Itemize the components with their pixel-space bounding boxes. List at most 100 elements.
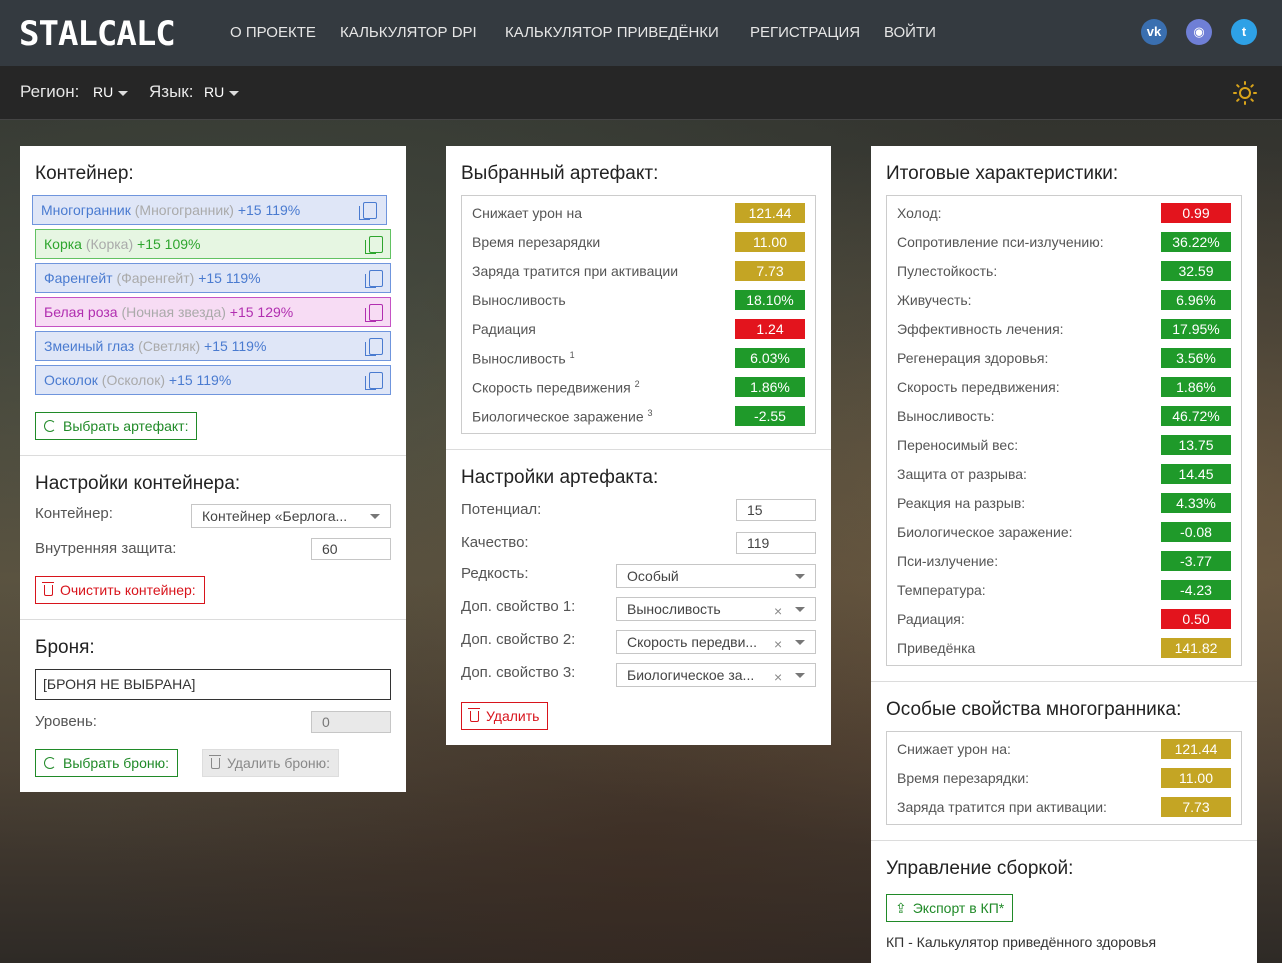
copy-icon[interactable]: [365, 372, 383, 390]
stat-value-badge: 14.45: [1161, 464, 1231, 484]
stat-label: Эффективность лечения:: [897, 321, 1064, 337]
clear-icon[interactable]: ×: [774, 633, 782, 653]
stat-label: Переносимый вес:: [897, 437, 1018, 453]
container-settings-title: Настройки контейнера:: [35, 473, 241, 494]
stat-label-text: Заряда тратится при активации:: [897, 799, 1107, 815]
prop1-value: Выносливость: [627, 601, 721, 617]
container-slot[interactable]: Змеиный глаз (Светляк) +15 119%: [35, 331, 391, 361]
stat-value-badge: 13.75: [1161, 435, 1231, 455]
stat-label-text: Регенерация здоровья:: [897, 350, 1049, 366]
container-type-select[interactable]: Контейнер «Берлога...: [191, 504, 391, 528]
nav-login[interactable]: ВОЙТИ: [884, 24, 936, 41]
artifact-name: Белая роза: [44, 304, 118, 320]
select-armor-button[interactable]: Выбрать броню:: [35, 749, 178, 777]
prop1-select[interactable]: Выносливость ×: [616, 597, 816, 621]
vk-icon[interactable]: vk: [1141, 19, 1167, 45]
clear-icon[interactable]: ×: [774, 666, 782, 686]
stat-label: Снижает урон на:: [897, 741, 1011, 757]
delete-armor-label: Удалить броню:: [227, 755, 331, 771]
totals-title: Итоговые характеристики:: [886, 163, 1119, 184]
quality-input[interactable]: 119: [736, 532, 816, 554]
stat-label: Биологическое заражение 3: [472, 408, 653, 425]
stat-label: Живучесть:: [897, 292, 972, 308]
copy-icon[interactable]: [365, 304, 383, 322]
select-artifact-label: Выбрать артефакт:: [63, 418, 189, 434]
artifact-alt-name: (Многогранник): [134, 202, 234, 218]
armor-level-input[interactable]: 0: [311, 711, 391, 733]
stat-value-badge: 11.00: [735, 232, 805, 252]
inner-protection-input[interactable]: 60: [311, 538, 391, 560]
artifact-name: Змеиный глаз: [44, 338, 135, 354]
clear-icon[interactable]: ×: [774, 600, 782, 620]
stat-value-badge: 1.86%: [735, 377, 805, 397]
artifact-name: Осколок: [44, 372, 98, 388]
select-artifact-button[interactable]: Выбрать артефакт:: [35, 412, 198, 440]
stat-label: Выносливость: [472, 292, 566, 308]
language-value: RU: [204, 84, 225, 100]
potential-input[interactable]: 15: [736, 499, 816, 521]
stat-label: Реакция на разрыв:: [897, 495, 1025, 511]
artifact-bonus: +15 119%: [204, 338, 267, 354]
special-title: Особые свойства многогранника:: [886, 699, 1182, 720]
twitter-icon[interactable]: t: [1231, 19, 1257, 45]
stat-footnote: 2: [634, 379, 640, 389]
stat-label: Пулестойкость:: [897, 263, 997, 279]
stat-label: Регенерация здоровья:: [897, 350, 1048, 366]
copy-icon[interactable]: [365, 236, 383, 254]
logo[interactable]: STALCALC: [19, 14, 176, 54]
container-slot[interactable]: Корка (Корка) +15 109%: [35, 229, 391, 259]
stat-label-text: Защита от разрыва:: [897, 466, 1027, 482]
sun-icon[interactable]: [1233, 81, 1257, 105]
nav-about[interactable]: О ПРОЕКТЕ: [230, 24, 316, 41]
artifact-panel: Выбранный артефакт: Снижает урон на 121.4…: [446, 146, 831, 745]
nav-reduced-calculator[interactable]: КАЛЬКУЛЯТОР ПРИВЕДЁНКИ: [505, 24, 719, 41]
copy-icon[interactable]: [359, 202, 377, 220]
chevron-down-icon: [795, 574, 805, 579]
chevron-down-icon: [795, 673, 805, 678]
stat-value-badge: 46.72%: [1161, 406, 1231, 426]
stat-label: Температура:: [897, 582, 986, 598]
delete-artifact-button[interactable]: Удалить: [461, 702, 549, 730]
nav-dpi-calculator[interactable]: КАЛЬКУЛЯТОР DPI: [340, 24, 477, 41]
container-slot[interactable]: Фаренгейт (Фаренгейт) +15 119%: [35, 263, 391, 293]
stat-label: Время перезарядки: [472, 234, 600, 250]
stat-value-badge: 17.95%: [1161, 319, 1231, 339]
stat-label-text: Холод:: [897, 205, 942, 221]
stat-value-badge: 0.99: [1161, 203, 1231, 223]
stat-label-text: Выносливость:: [897, 408, 995, 424]
discord-icon[interactable]: ◉: [1186, 19, 1212, 45]
chevron-down-icon: [795, 607, 805, 612]
clear-container-button[interactable]: Очистить контейнер:: [35, 576, 205, 604]
top-navbar: STALCALC О ПРОЕКТЕ КАЛЬКУЛЯТОР DPI КАЛЬК…: [0, 0, 1282, 66]
settings-bar: Регион: RU Язык: RU: [0, 66, 1282, 120]
divider: [446, 449, 831, 450]
armor-field[interactable]: [БРОНЯ НЕ ВЫБРАНА]: [35, 669, 391, 700]
stat-label-text: Сопротивление пси-излучению:: [897, 234, 1104, 250]
nav-register[interactable]: РЕГИСТРАЦИЯ: [750, 24, 860, 41]
stat-label-text: Реакция на разрыв:: [897, 495, 1026, 511]
rarity-value: Особый: [627, 568, 679, 584]
divider: [871, 840, 1257, 841]
stat-label-text: Радиация: [472, 321, 536, 337]
container-slot[interactable]: Белая роза (Ночная звезда) +15 129%: [35, 297, 391, 327]
container-slot[interactable]: Осколок (Осколок) +15 119%: [35, 365, 391, 395]
chevron-down-icon: [118, 90, 129, 96]
rarity-select[interactable]: Особый: [616, 564, 816, 588]
prop3-value: Биологическое за...: [627, 667, 755, 683]
artifact-alt-name: (Корка): [85, 236, 134, 252]
copy-icon[interactable]: [365, 338, 383, 356]
delete-armor-button[interactable]: Удалить броню:: [202, 749, 340, 777]
container-slot[interactable]: Многогранник (Многогранник) +15 119%: [32, 195, 387, 225]
stat-label: Холод:: [897, 205, 942, 221]
prop2-select[interactable]: Скорость передви... ×: [616, 630, 816, 654]
region-dropdown[interactable]: RU: [93, 84, 129, 100]
totals-panel: Итоговые характеристики: Холод: 0.99 Сопро…: [871, 146, 1257, 963]
language-dropdown[interactable]: RU: [204, 84, 240, 100]
artifact-stats-box: [461, 195, 816, 434]
export-button[interactable]: ⇪ Экспорт в КП*: [886, 894, 1014, 922]
prop3-select[interactable]: Биологическое за... ×: [616, 663, 816, 687]
copy-icon[interactable]: [365, 270, 383, 288]
stat-label-text: Снижает урон на:: [897, 741, 1011, 757]
prop2-label: Доп. свойство 2:: [461, 631, 576, 648]
stat-value-badge: 7.73: [1161, 797, 1231, 817]
